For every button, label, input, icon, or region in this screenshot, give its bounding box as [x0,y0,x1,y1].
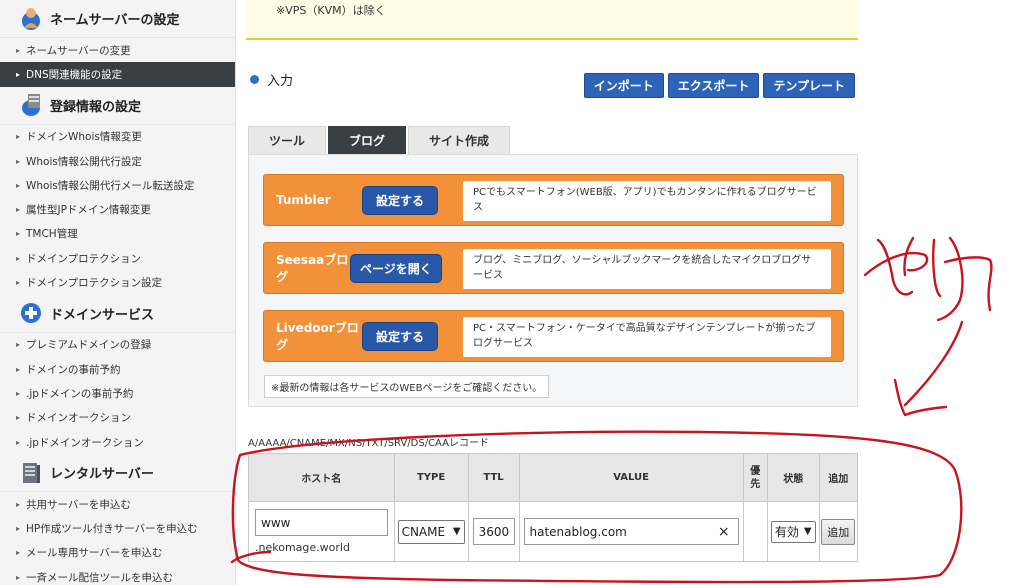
ttl-input[interactable]: 3600 [472,518,515,545]
header-add: 追加 [818,453,859,502]
server-tower-icon [18,460,44,486]
sidebar-section-title: ドメインサービス [50,307,155,323]
value-cell: hatenablog.com × [518,501,744,562]
tumbler-configure-button[interactable]: 設定する [362,185,439,215]
priority-cell [742,501,768,562]
livedoor-configure-button[interactable]: 設定する [362,321,439,351]
sidebar-section-rental-server[interactable]: レンタルサーバー [0,454,235,493]
seesaa-open-page-button[interactable]: ページを開く [350,253,442,283]
sidebar-section-nameserver[interactable]: ネームサーバーの設定 [0,0,235,38]
template-button[interactable]: テンプレート [763,73,855,98]
section-title: 入力 [250,70,293,89]
export-button[interactable]: エクスポート [667,73,760,98]
type-cell: CNAME ▼ [393,501,469,562]
server-db-icon [18,92,44,118]
plus-circle-icon [18,300,44,326]
sidebar-item-bulk-mail-tool[interactable]: 一斉メール配信ツールを申込む [0,565,235,585]
service-description: PC・スマートフォン・ケータイで高品質なデザインテンプレートが揃ったブログサービ… [463,317,831,357]
annotation-char-ya [876,238,914,296]
section-title-text: 入力 [267,74,294,89]
service-card-seesaa: Seesaaブログ ページを開く ブログ、ミニブログ、ソーシャルブックマークを統… [263,242,844,294]
service-card-tumbler: Tumbler 設定する PCでもスマートフォン(WEB版、アプリ)でもカンタン… [263,174,844,226]
sidebar-section-domain-service[interactable]: ドメインサービス [0,295,235,333]
import-button[interactable]: インポート [583,73,664,98]
chevron-down-icon: ▼ [452,526,461,537]
value-input-text: hatenablog.com [529,524,627,539]
sidebar-section-title: レンタルサーバー [50,467,154,483]
header-priority-text: 優先 [750,465,761,490]
tab-bar: ツール ブログ サイト作成 [248,126,511,154]
top-button-group: インポート エクスポート テンプレート [583,73,855,98]
sidebar-item-domain-preorder[interactable]: ドメインの事前予約 [0,357,235,381]
sidebar-item-domain-protection-settings[interactable]: ドメインプロテクション設定 [0,270,235,294]
header-value: VALUE [518,453,744,502]
add-record-button[interactable]: 追加 [821,518,856,545]
type-select[interactable]: CNAME ▼ [397,519,465,544]
record-types-label: A/AAAA/CNAME/MX/NS/TXT/SRV/DS/CAAレコード [248,438,490,449]
add-cell: 追加 [818,501,859,562]
sidebar-item-domain-auction[interactable]: ドメインオークション [0,406,235,430]
sidebar-item-mail-server[interactable]: メール専用サーバーを申込む [0,541,235,565]
sidebar-item-whois-change[interactable]: ドメインWhois情報変更 [0,125,235,149]
sidebar-item-hp-tool-server[interactable]: HP作成ツール付きサーバーを申込む [0,516,235,540]
sidebar-item-dns-settings[interactable]: DNS関連機能の設定 [0,62,235,87]
sidebar-item-jp-domain-auction[interactable]: .jpドメインオークション [0,430,235,454]
sidebar-item-jp-domain-preorder[interactable]: .jpドメインの事前予約 [0,381,235,405]
header-type: TYPE [393,453,469,502]
status-cell: 有効 ▼ [766,501,820,562]
sidebar: ネームサーバーの設定 ネームサーバーの変更 DNS関連機能の設定 登録情報の設定… [0,0,236,585]
notice-box: ※VPS（KVM）は除く [246,0,858,40]
bullet-dot-icon [250,75,259,84]
sidebar-item-shared-server[interactable]: 共用サーバーを申込む [0,492,235,516]
header-status: 状態 [766,453,820,502]
service-description: ブログ、ミニブログ、ソーシャルブックマークを統合したマイクロブログサービス [463,249,831,289]
sidebar-item-premium-domain[interactable]: プレミアムドメインの登録 [0,333,235,357]
host-input[interactable]: www [255,509,388,536]
notice-text: ※VPS（KVM）は除く [276,4,386,17]
globe-user-icon [18,6,44,32]
header-host: ホスト名 [248,453,395,502]
sidebar-item-whois-mail-forward[interactable]: Whois情報公開代行メール転送設定 [0,173,235,197]
ttl-cell: 3600 [467,501,520,562]
sidebar-section-title: ネームサーバーの設定 [50,13,180,28]
domain-suffix: .nekomage.world [255,541,350,554]
sidebar-item-jp-domain-info[interactable]: 属性型JPドメイン情報変更 [0,197,235,221]
annotation-char-ri [932,238,942,298]
tab-blog[interactable]: ブログ [328,126,407,154]
header-ttl: TTL [467,453,520,502]
tab-site-builder[interactable]: サイト作成 [408,126,511,154]
chevron-down-icon: ▼ [803,526,812,537]
sidebar-item-nameserver-change[interactable]: ネームサーバーの変更 [0,38,235,62]
service-name: Seesaaブログ [276,253,349,284]
service-note: ※最新の情報は各サービスのWEBページをご確認ください。 [264,375,550,398]
clear-icon[interactable]: × [718,524,730,540]
status-select-value: 有効 [774,525,799,539]
value-input[interactable]: hatenablog.com × [523,518,739,545]
table-row: www .nekomage.world CNAME ▼ 3600 hatenab… [248,501,859,562]
host-cell: www .nekomage.world [248,501,395,562]
tab-tools[interactable]: ツール [248,126,327,154]
service-name: Tumbler [276,193,331,207]
dns-record-table: ホスト名 TYPE TTL VALUE 優先 状態 追加 www .nekoma… [248,453,859,562]
service-description: PCでもスマートフォン(WEB版、アプリ)でもカンタンに作れるブログサービス [463,181,831,221]
annotation-arrow [903,320,964,407]
sidebar-section-title: 登録情報の設定 [50,99,142,115]
sidebar-item-domain-protection[interactable]: ドメインプロテクション [0,246,235,270]
sidebar-item-whois-proxy[interactable]: Whois情報公開代行設定 [0,149,235,173]
service-card-livedoor: Livedoorブログ 設定する PC・スマートフォン・ケータイで高品質なデザイ… [263,310,844,362]
sidebar-item-tmch[interactable]: TMCH管理 [0,222,235,246]
header-priority: 優先 [742,453,768,502]
blog-service-panel: Tumbler 設定する PCでもスマートフォン(WEB版、アプリ)でもカンタン… [248,154,858,407]
type-select-value: CNAME [401,524,446,539]
service-name: Livedoorブログ [276,321,359,352]
sidebar-section-registration[interactable]: 登録情報の設定 [0,87,235,125]
status-select[interactable]: 有効 ▼ [770,520,816,543]
